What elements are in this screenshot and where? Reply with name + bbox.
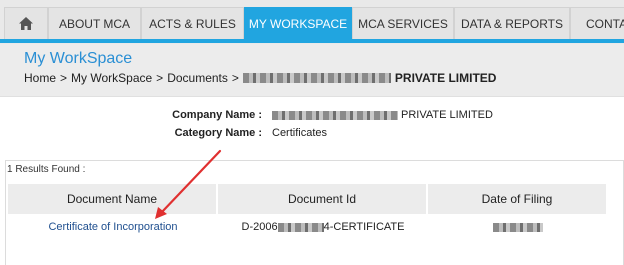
table-header: Document Name Document Id Date of Filing [8, 184, 623, 214]
home-icon [19, 17, 33, 30]
nav-my-workspace[interactable]: MY WORKSPACE [244, 7, 352, 39]
nav-contact[interactable]: CONTAC [570, 7, 624, 39]
category-name-row: Category Name : Certificates [170, 127, 327, 139]
category-name-value: Certificates [272, 127, 328, 139]
content-panel: Company Name : PRIVATE LIMITED Category … [0, 96, 624, 265]
document-id: D-2006 4-CERTIFICATE [218, 217, 428, 237]
breadcrumb-documents[interactable]: Documents [167, 71, 228, 85]
column-document-id: Document Id [218, 184, 428, 214]
nav-accent-strip [0, 39, 624, 43]
breadcrumb-separator: > [231, 71, 239, 85]
nav-home[interactable] [4, 7, 48, 39]
nav-acts-rules[interactable]: ACTS & RULES [141, 7, 244, 39]
redacted-document-id [277, 222, 324, 232]
breadcrumb: Home > My WorkSpace > Documents > PRIVAT… [24, 71, 496, 85]
redacted-company-name [272, 110, 398, 120]
company-name-label: Company Name : [172, 109, 262, 121]
breadcrumb-workspace[interactable]: My WorkSpace [71, 71, 152, 85]
results-count: 1 Results Found : [7, 164, 86, 175]
date-of-filing [428, 217, 608, 237]
company-name-suffix: PRIVATE LIMITED [401, 109, 493, 121]
document-name-link[interactable]: Certificate of Incorporation [8, 217, 218, 237]
breadcrumb-separator: > [60, 71, 68, 85]
document-id-prefix: D-2006 [241, 221, 278, 233]
top-nav: ABOUT MCA ACTS & RULES MY WORKSPACE MCA … [0, 0, 624, 44]
table-row: Certificate of Incorporation D-2006 4-CE… [8, 217, 623, 237]
nav-data-reports[interactable]: DATA & REPORTS [454, 7, 570, 39]
page-title: My WorkSpace [24, 50, 133, 67]
column-document-name: Document Name [8, 184, 218, 214]
breadcrumb-company: PRIVATE LIMITED [242, 71, 497, 85]
results-table: 1 Results Found : Document Name Document… [5, 160, 624, 265]
company-name-row: Company Name : PRIVATE LIMITED [170, 109, 493, 121]
breadcrumb-separator: > [156, 71, 164, 85]
document-id-suffix: 4-CERTIFICATE [323, 221, 405, 233]
nav-mca-services[interactable]: MCA SERVICES [352, 7, 454, 39]
category-name-label: Category Name : [174, 127, 262, 139]
column-date-of-filing: Date of Filing [428, 184, 608, 214]
breadcrumb-company-suffix: PRIVATE LIMITED [394, 71, 497, 85]
redacted-date [493, 222, 543, 232]
nav-about-mca[interactable]: ABOUT MCA [48, 7, 141, 39]
breadcrumb-home[interactable]: Home [24, 71, 56, 85]
redacted-company-name [242, 73, 391, 83]
